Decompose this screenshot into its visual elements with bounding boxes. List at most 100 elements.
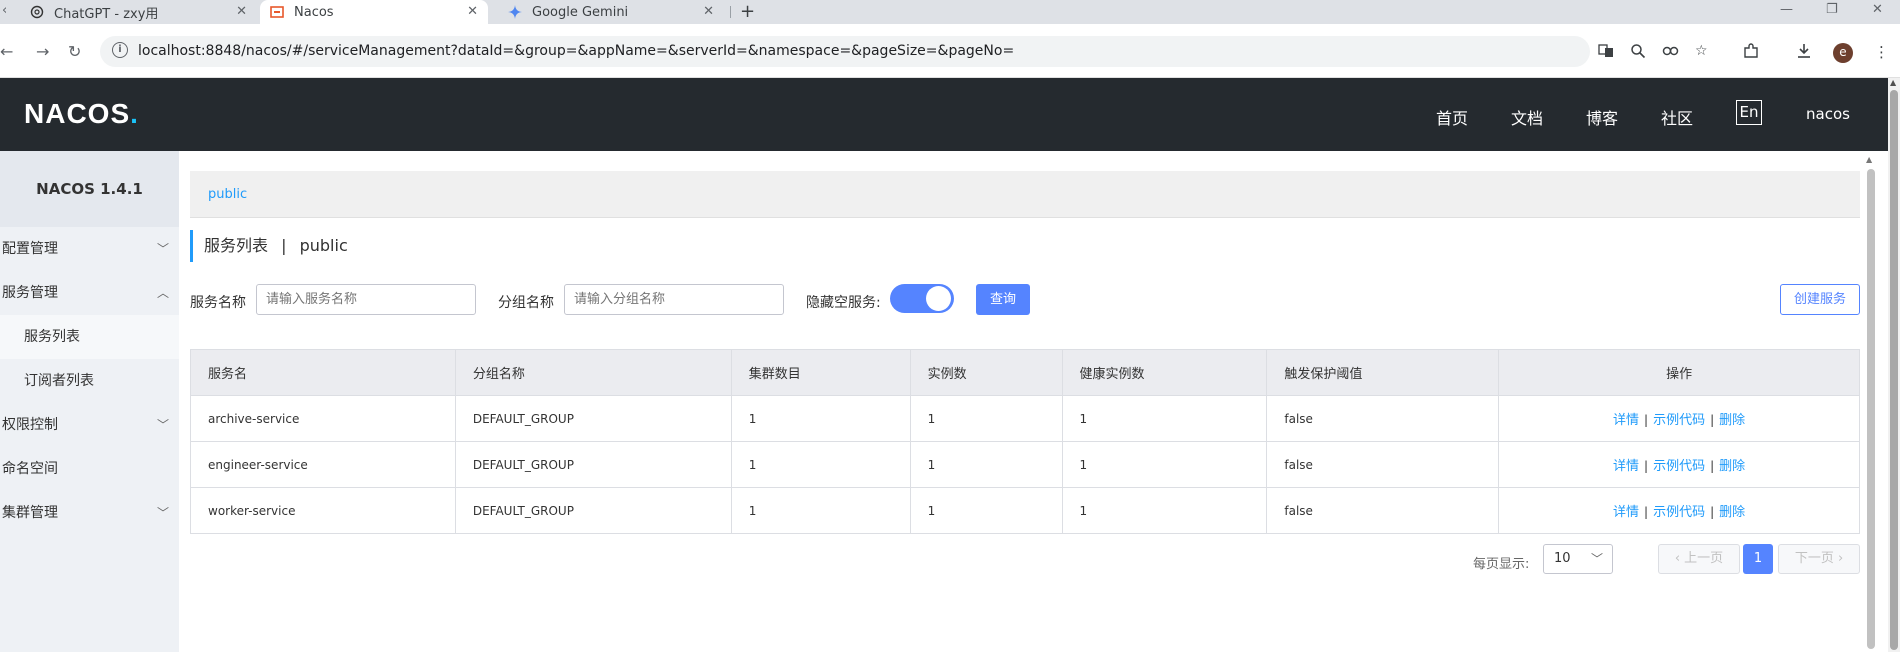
op-separator: |	[1710, 413, 1715, 427]
namespace-link[interactable]: public	[208, 187, 247, 202]
page-size-label: 每页显示:	[1473, 557, 1530, 572]
tab-title: Nacos	[294, 4, 334, 20]
delete-link[interactable]: 删除	[1719, 459, 1745, 474]
cell-threshold: false	[1266, 395, 1500, 442]
detail-link[interactable]: 详情	[1613, 459, 1639, 474]
sample-code-link[interactable]: 示例代码	[1653, 459, 1705, 474]
detail-link[interactable]: 详情	[1613, 413, 1639, 428]
next-page-label: 下一页	[1794, 551, 1834, 566]
download-icon[interactable]	[1796, 43, 1812, 63]
scroll-up-icon[interactable]: ▲	[1890, 78, 1896, 87]
address-bar[interactable]: i localhost:8848/nacos/#/serviceManageme…	[100, 36, 1708, 67]
column-header: 分组名称	[454, 349, 732, 396]
url-text[interactable]: localhost:8848/nacos/#/serviceManagement…	[138, 43, 1014, 59]
tab-chatgpt[interactable]: ChatGPT - zxy用 ✕	[0, 0, 257, 24]
query-button[interactable]: 查询	[976, 284, 1030, 315]
bookmark-star-icon[interactable]: ☆	[1695, 43, 1708, 59]
sidebar-item-label: 配置管理	[2, 241, 58, 257]
profile-avatar[interactable]: e	[1833, 43, 1853, 63]
sidebar-item-label: 命名空间	[2, 461, 58, 477]
page-scrollbar[interactable]: ▲	[1888, 78, 1900, 652]
scrollbar-thumb[interactable]	[1867, 169, 1875, 649]
extensions-icon[interactable]	[1743, 43, 1759, 63]
forward-icon[interactable]: →	[36, 42, 49, 61]
prev-page-button[interactable]: ‹ 上一页	[1658, 544, 1740, 574]
password-key-icon[interactable]	[1662, 43, 1680, 63]
nav-blog[interactable]: 博客	[1586, 105, 1618, 129]
column-header: 实例数	[909, 349, 1063, 396]
nav-docs[interactable]: 文档	[1511, 105, 1543, 129]
detail-link[interactable]: 详情	[1613, 505, 1639, 520]
nav-community[interactable]: 社区	[1661, 105, 1693, 129]
translate-icon[interactable]	[1598, 43, 1614, 63]
service-name-input[interactable]	[256, 284, 476, 315]
sidebar-item-namespace[interactable]: 命名空间	[0, 447, 179, 491]
site-info-icon[interactable]: i	[112, 42, 128, 58]
column-header: 触发保护阈值	[1266, 349, 1500, 396]
gemini-icon	[508, 5, 522, 19]
page-title-separator: |	[281, 236, 287, 255]
cell-instance-count: 1	[909, 487, 1063, 534]
op-separator: |	[1644, 413, 1649, 427]
sidebar-item-service-list[interactable]: 服务列表	[0, 315, 179, 359]
cell-cluster-count: 1	[730, 395, 911, 442]
cell-service-name: archive-service	[190, 395, 456, 442]
delete-link[interactable]: 删除	[1719, 413, 1745, 428]
cell-instance-count: 1	[909, 395, 1063, 442]
table-row: worker-service DEFAULT_GROUP 1 1 1 false…	[190, 487, 1860, 534]
zoom-icon[interactable]	[1630, 43, 1646, 63]
sidebar-item-cluster[interactable]: 集群管理 ﹀	[0, 491, 179, 535]
close-window-icon[interactable]: ✕	[1872, 2, 1883, 17]
reload-icon[interactable]: ↻	[68, 42, 81, 61]
hide-empty-toggle[interactable]	[890, 284, 954, 313]
page-title: 服务列表 | public	[190, 230, 348, 262]
chevron-down-icon: ﹀	[156, 418, 169, 432]
menu-kebab-icon[interactable]: ⋮	[1874, 43, 1889, 61]
user-name[interactable]: nacos	[1806, 105, 1850, 123]
back-icon[interactable]: ←	[0, 42, 13, 61]
nacos-logo[interactable]: NACOS.	[24, 98, 139, 130]
scrollbar-thumb[interactable]	[1890, 90, 1898, 650]
next-page-button[interactable]: 下一页 ›	[1778, 544, 1860, 574]
content-scrollbar[interactable]: ▲	[1866, 155, 1876, 652]
close-icon[interactable]: ✕	[236, 4, 247, 19]
sidebar-item-config[interactable]: 配置管理 ﹀	[0, 227, 179, 271]
scroll-up-icon[interactable]: ▲	[1866, 155, 1872, 164]
column-header: 服务名	[190, 349, 456, 396]
page-size-select[interactable]: 10 ﹀	[1543, 544, 1613, 574]
hide-empty-label: 隐藏空服务:	[806, 295, 881, 311]
restore-icon[interactable]: ❐	[1826, 2, 1838, 17]
sidebar-item-label: 服务管理	[2, 285, 58, 301]
delete-link[interactable]: 删除	[1719, 505, 1745, 520]
page-title-namespace: public	[299, 236, 348, 255]
sidebar-item-subscribers[interactable]: 订阅者列表	[0, 359, 179, 403]
tab-nacos[interactable]: Nacos ✕	[260, 0, 488, 24]
nav-home[interactable]: 首页	[1436, 105, 1468, 129]
language-switch-button[interactable]: En	[1736, 100, 1762, 125]
sidebar-title: NACOS 1.4.1	[0, 151, 179, 227]
main-content: public 服务列表 | public 服务名称 分组名称 隐藏空服务: 查询…	[179, 151, 1888, 652]
minimize-icon[interactable]: —	[1780, 2, 1793, 17]
page-number-current[interactable]: 1	[1743, 544, 1773, 574]
create-service-button[interactable]: 创建服务	[1780, 284, 1860, 315]
service-table: 服务名 分组名称 集群数目 实例数 健康实例数 触发保护阈值 操作 archiv…	[190, 349, 1860, 534]
sample-code-link[interactable]: 示例代码	[1653, 505, 1705, 520]
op-separator: |	[1644, 505, 1649, 519]
sidebar-item-auth[interactable]: 权限控制 ﹀	[0, 403, 179, 447]
sidebar-item-service[interactable]: 服务管理 ︿	[0, 271, 179, 315]
new-tab-button[interactable]: +	[740, 1, 755, 22]
cell-operations: 详情 | 示例代码 | 删除	[1498, 395, 1860, 442]
close-icon[interactable]: ✕	[703, 4, 714, 19]
cell-operations: 详情 | 示例代码 | 删除	[1498, 441, 1860, 488]
close-icon[interactable]: ✕	[467, 4, 478, 19]
cell-group-name: DEFAULT_GROUP	[454, 487, 732, 534]
sample-code-link[interactable]: 示例代码	[1653, 413, 1705, 428]
page-title-text: 服务列表	[204, 236, 269, 255]
tab-gemini[interactable]: Google Gemini ✕	[496, 0, 724, 24]
group-name-input[interactable]	[564, 284, 784, 315]
table-row: archive-service DEFAULT_GROUP 1 1 1 fals…	[190, 395, 1860, 442]
chevron-down-icon: ﹀	[156, 506, 169, 520]
logo-dot: .	[130, 98, 139, 129]
browser-tab-bar: ‹ ChatGPT - zxy用 ✕ Nacos ✕ Google Gemini…	[0, 0, 1900, 24]
cell-healthy-count: 1	[1061, 487, 1268, 534]
